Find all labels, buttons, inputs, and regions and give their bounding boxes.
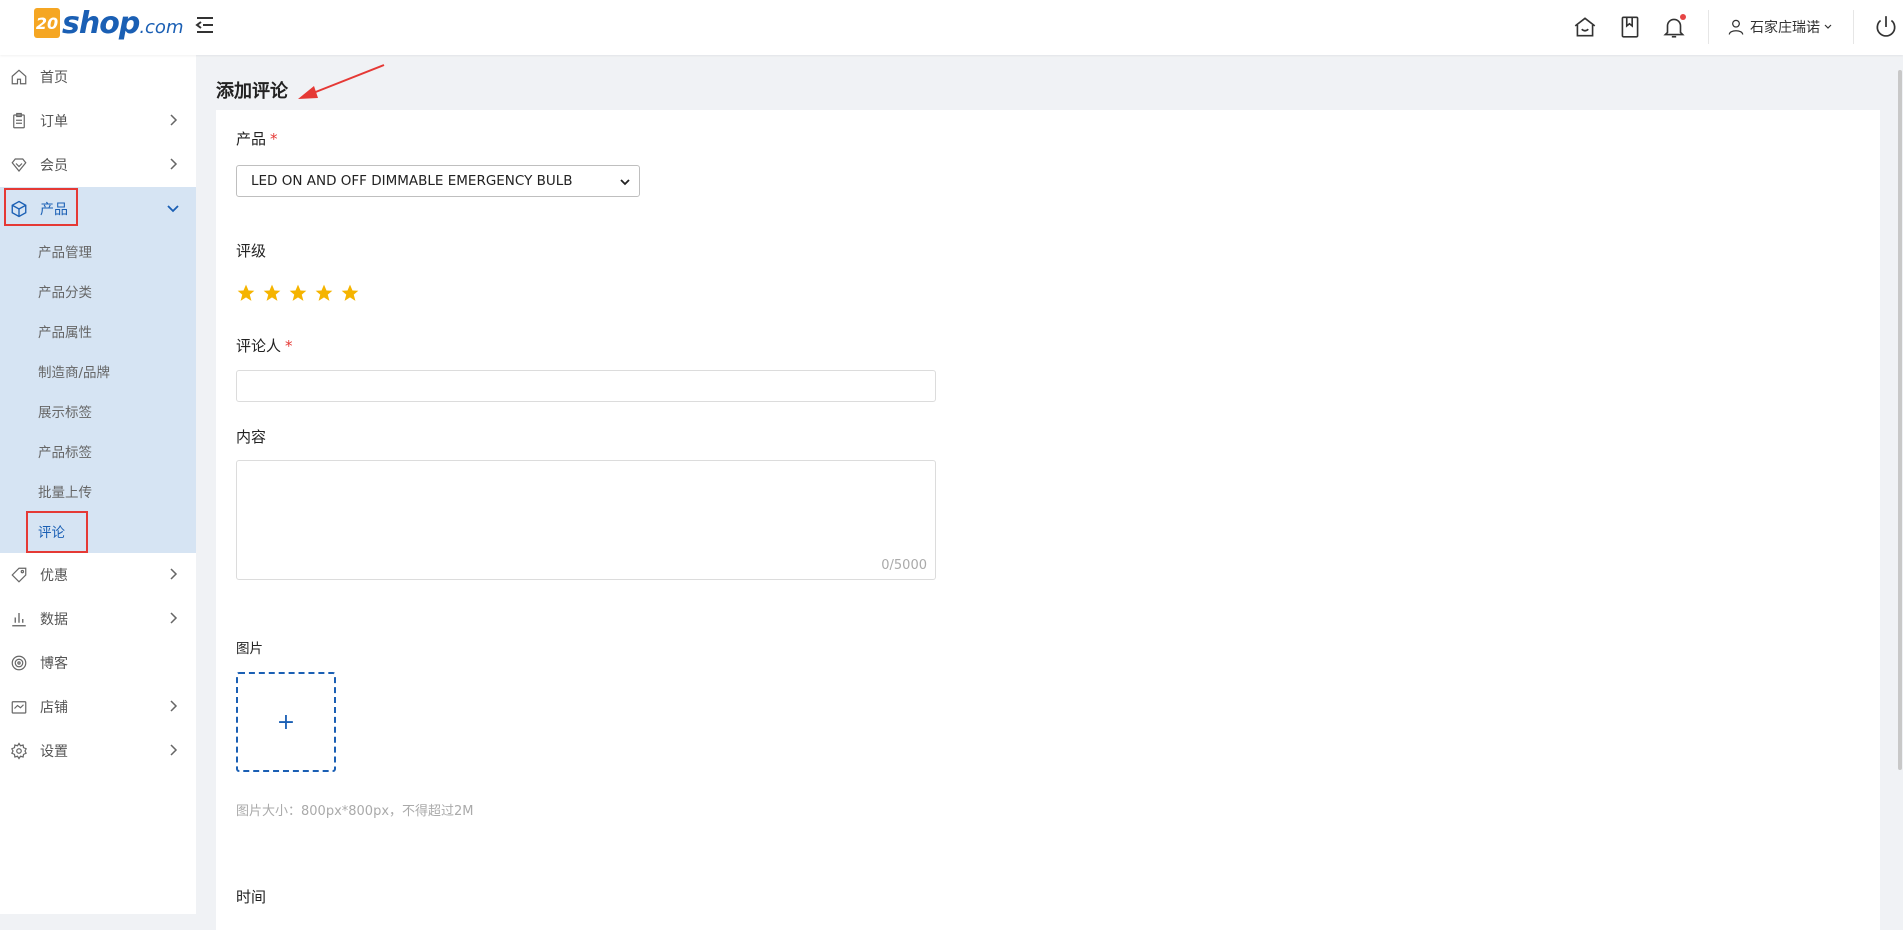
sidebar-item-label: 优惠 xyxy=(40,568,68,584)
divider xyxy=(1853,10,1854,44)
submenu-item-product-category[interactable]: 产品分类 xyxy=(0,271,196,311)
chevron-right-icon xyxy=(170,158,178,170)
sidebar-item-blog[interactable]: 博客 xyxy=(0,641,196,685)
chevron-right-icon xyxy=(170,568,178,580)
annotation-arrow xyxy=(298,64,385,99)
sidebar-item-label: 数据 xyxy=(40,612,68,628)
submenu-item-product-management[interactable]: 产品管理 xyxy=(0,231,196,271)
star-icon[interactable] xyxy=(288,283,308,303)
home-outline-icon[interactable] xyxy=(1572,14,1598,40)
sidebar: 首页 订单 会员 产品 产品管理 产品分类 产品属性 制造商/品牌 展示标签 产… xyxy=(0,55,196,914)
submenu-item-label: 评论 xyxy=(38,525,65,541)
product-label: 产品 * xyxy=(236,130,278,148)
collapse-menu-icon[interactable] xyxy=(193,13,217,37)
chevron-down-icon xyxy=(620,179,630,186)
box-icon xyxy=(10,200,28,218)
submenu-item-bulk-upload[interactable]: 批量上传 xyxy=(0,471,196,511)
review-form-card: 产品 * LED ON AND OFF DIMMABLE EMERGENCY BU… xyxy=(216,110,1880,930)
logo-name: shop xyxy=(62,5,140,41)
divider xyxy=(1708,10,1709,44)
store-icon xyxy=(10,698,28,716)
reviewer-label: 评论人 * xyxy=(236,337,293,355)
tag-icon xyxy=(10,566,28,584)
content-label: 内容 xyxy=(236,428,267,446)
target-icon xyxy=(10,654,28,672)
reviewer-input[interactable] xyxy=(236,370,936,402)
submenu-item-manufacturer-brand[interactable]: 制造商/品牌 xyxy=(0,351,196,391)
sidebar-item-label: 首页 xyxy=(40,70,68,86)
chevron-right-icon xyxy=(170,612,178,624)
chevron-down-icon xyxy=(1824,24,1832,29)
power-icon[interactable] xyxy=(1873,14,1899,40)
product-select[interactable]: LED ON AND OFF DIMMABLE EMERGENCY BULB xyxy=(236,165,640,197)
sidebar-item-store[interactable]: 店铺 xyxy=(0,685,196,729)
rating-stars[interactable] xyxy=(236,283,360,303)
submenu-item-product-attribute[interactable]: 产品属性 xyxy=(0,311,196,351)
logo-badge: 20 xyxy=(34,8,60,38)
user-icon xyxy=(1728,19,1744,35)
sidebar-item-products[interactable]: 产品 xyxy=(0,187,196,231)
logo-domain: .com xyxy=(139,16,184,38)
sidebar-item-settings[interactable]: 设置 xyxy=(0,729,196,773)
submenu-item-product-tag[interactable]: 产品标签 xyxy=(0,431,196,471)
image-label: 图片 xyxy=(236,641,263,657)
sidebar-item-label: 会员 xyxy=(40,158,68,174)
star-icon[interactable] xyxy=(314,283,334,303)
image-size-hint: 图片大小：800px*800px，不得超过2M xyxy=(236,804,474,819)
star-icon[interactable] xyxy=(262,283,282,303)
content-char-counter: 0/5000 xyxy=(881,558,927,573)
content-textarea[interactable]: 0/5000 xyxy=(236,460,936,580)
time-label: 时间 xyxy=(236,888,267,906)
product-select-value: LED ON AND OFF DIMMABLE EMERGENCY BULB xyxy=(251,173,573,189)
home-icon xyxy=(10,68,28,86)
sidebar-item-members[interactable]: 会员 xyxy=(0,143,196,187)
page-title: 添加评论 xyxy=(216,81,288,102)
main-content: 添加评论 产品 * LED ON AND OFF DIMMABLE EMERGEN… xyxy=(196,55,1903,930)
star-icon[interactable] xyxy=(340,283,360,303)
gear-icon xyxy=(10,742,28,760)
scrollbar[interactable] xyxy=(1898,70,1902,770)
chevron-down-icon xyxy=(167,205,179,213)
chevron-right-icon xyxy=(170,744,178,756)
clipboard-icon xyxy=(10,112,28,130)
sidebar-item-label: 设置 xyxy=(40,744,68,760)
image-upload-button[interactable]: + xyxy=(236,672,336,772)
chevron-right-icon xyxy=(170,700,178,712)
plus-icon: + xyxy=(276,709,296,735)
submenu-item-display-tag[interactable]: 展示标签 xyxy=(0,391,196,431)
bell-icon[interactable] xyxy=(1661,14,1687,40)
rating-label: 评级 xyxy=(236,242,267,260)
product-submenu: 产品管理 产品分类 产品属性 制造商/品牌 展示标签 产品标签 批量上传 评论 xyxy=(0,231,196,553)
logo[interactable]: 20 shop .com xyxy=(34,5,183,41)
user-menu[interactable]: 石家庄瑞诺 xyxy=(1726,14,1837,40)
sidebar-item-label: 订单 xyxy=(40,114,68,130)
top-bar: 20 shop .com 石家庄瑞诺 xyxy=(0,0,1903,55)
sidebar-item-home[interactable]: 首页 xyxy=(0,55,196,99)
sidebar-item-orders[interactable]: 订单 xyxy=(0,99,196,143)
bookmark-icon[interactable] xyxy=(1617,14,1643,40)
submenu-item-reviews[interactable]: 评论 xyxy=(0,511,196,553)
user-name: 石家庄瑞诺 xyxy=(1750,20,1820,36)
chevron-right-icon xyxy=(170,114,178,126)
notification-dot xyxy=(1680,14,1686,20)
sidebar-item-label: 产品 xyxy=(40,202,68,218)
sidebar-item-data[interactable]: 数据 xyxy=(0,597,196,641)
diamond-icon xyxy=(10,156,28,174)
sidebar-item-promotions[interactable]: 优惠 xyxy=(0,553,196,597)
sidebar-item-label: 店铺 xyxy=(40,700,68,716)
sidebar-item-label: 博客 xyxy=(40,656,68,672)
star-icon[interactable] xyxy=(236,283,256,303)
bar-chart-icon xyxy=(10,610,28,628)
